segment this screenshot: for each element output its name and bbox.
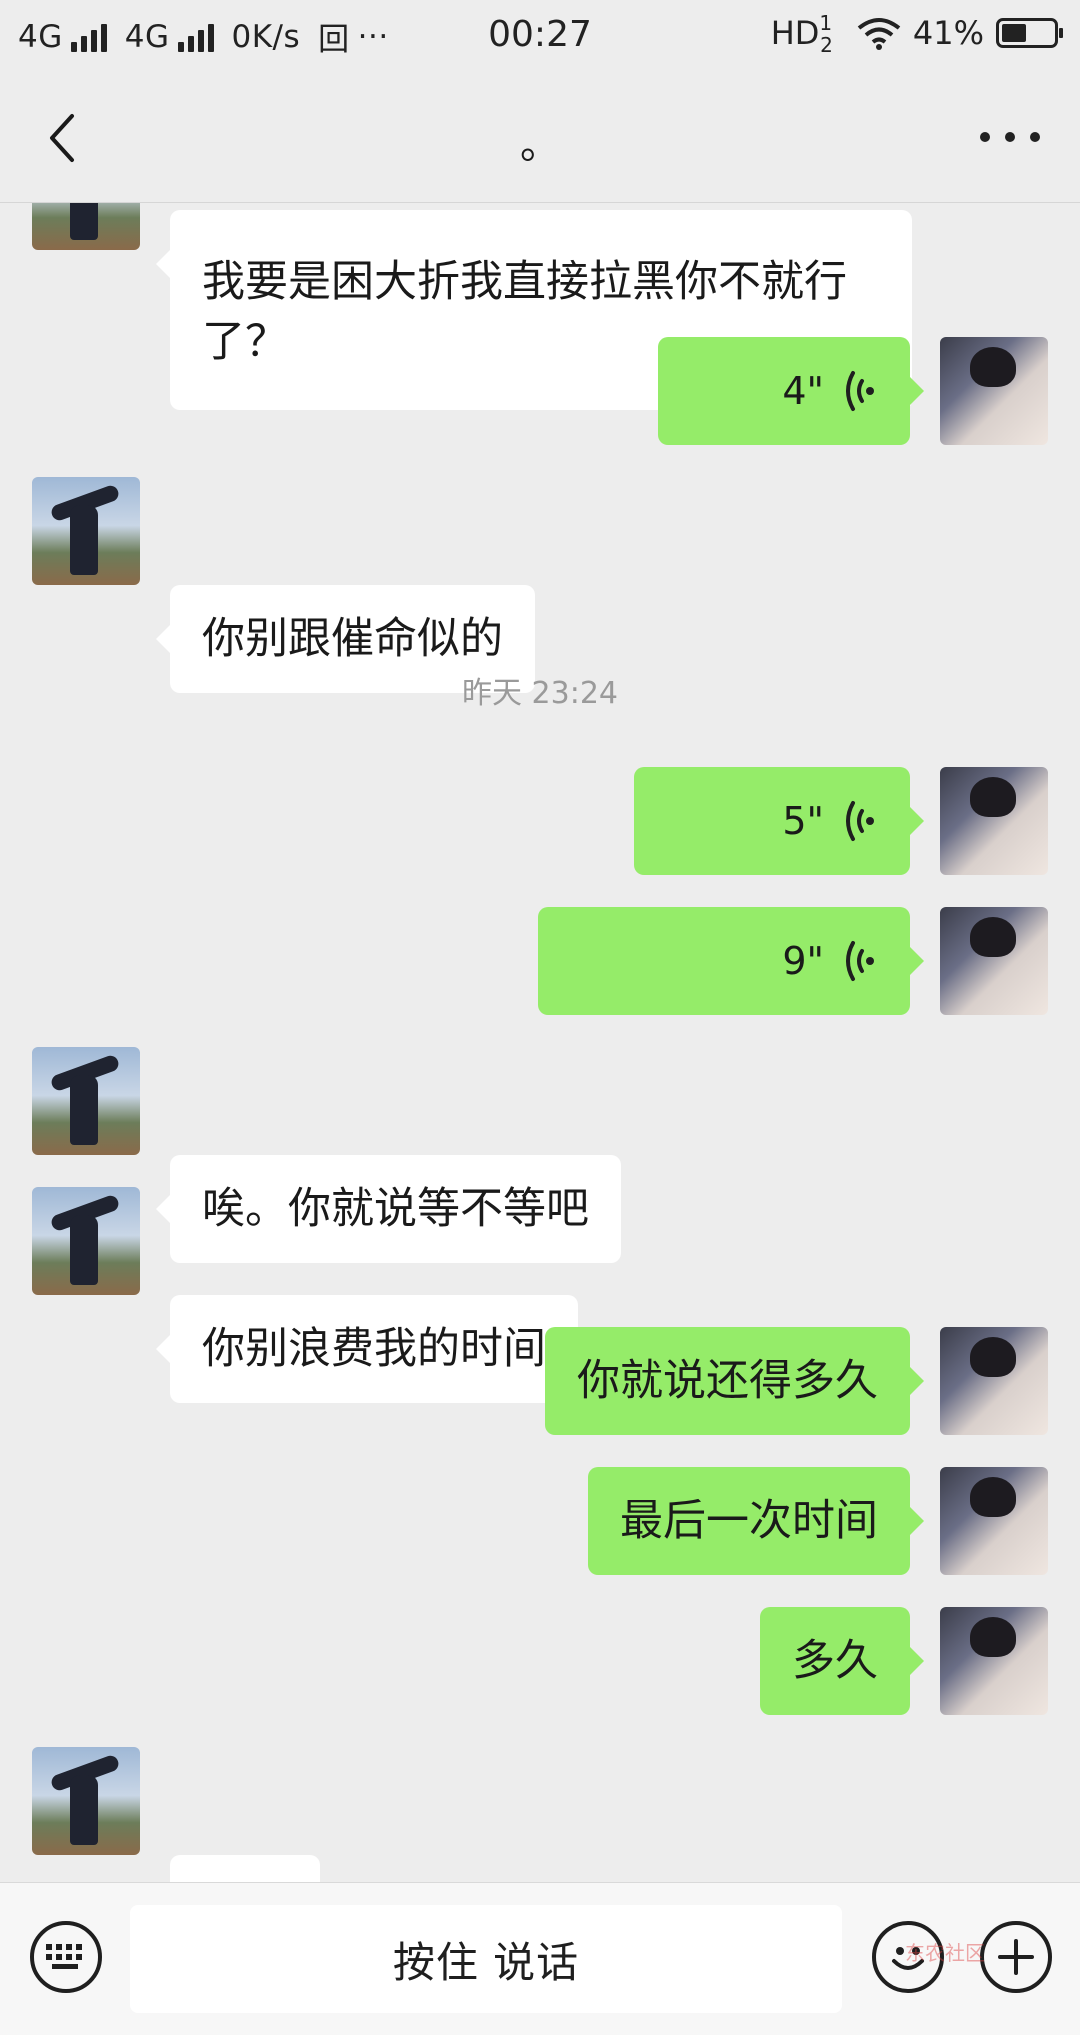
- friend-avatar[interactable]: [32, 1047, 140, 1155]
- chat-title: 。: [520, 122, 560, 168]
- friend-avatar[interactable]: [32, 1187, 140, 1295]
- voice-duration: 9": [782, 939, 824, 983]
- voice-message-bubble[interactable]: 4": [658, 337, 924, 445]
- message-row: 你别浪费我的时间: [0, 1187, 1080, 1403]
- message-row: 我要是困大折我直接拉黑你不就行 了？: [0, 202, 1080, 410]
- message-bubble[interactable]: 你就说还得多久: [545, 1327, 924, 1435]
- message-row: 你就说还得多久: [0, 1327, 1080, 1435]
- voice-message-bubble[interactable]: 9": [538, 907, 924, 1015]
- my-avatar[interactable]: [940, 1467, 1048, 1575]
- message-row: 你别跟催命似的: [0, 477, 1080, 693]
- voice-message-bubble[interactable]: 5": [634, 767, 924, 875]
- plus-icon: [998, 1939, 1034, 1975]
- wifi-icon: [857, 18, 901, 50]
- my-avatar[interactable]: [940, 767, 1048, 875]
- message-bubble[interactable]: 最后一次时间: [588, 1467, 924, 1575]
- message-bubble[interactable]: 等着: [170, 1855, 320, 1882]
- voice-duration: 5": [782, 799, 824, 843]
- chat-header: 。: [0, 74, 1080, 203]
- input-bar: 按住 说话 东农社区: [0, 1882, 1080, 2035]
- message-row: 等着: [0, 1747, 1080, 1882]
- hold-to-talk-button[interactable]: 按住 说话: [130, 1905, 842, 2013]
- status-right: HD12 41%: [770, 11, 1063, 57]
- more-options-icon[interactable]: [980, 112, 1040, 162]
- message-bubble[interactable]: 多久: [760, 1607, 924, 1715]
- my-avatar[interactable]: [940, 907, 1048, 1015]
- keyboard-icon: [46, 1944, 82, 1969]
- message-row: 5": [0, 767, 1080, 875]
- more-functions-button[interactable]: [980, 1921, 1052, 1993]
- friend-avatar[interactable]: [32, 202, 140, 250]
- voice-wave-icon: [846, 941, 874, 981]
- message-text: 最后一次时间: [620, 1496, 878, 1546]
- my-avatar[interactable]: [940, 1327, 1048, 1435]
- timestamp: 昨天 23:24: [462, 676, 618, 711]
- message-row: 4": [0, 337, 1080, 445]
- friend-avatar[interactable]: [32, 1747, 140, 1855]
- message-list[interactable]: 我要是困大折我直接拉黑你不就行 了？ 4" 你别跟催命似的 昨天 23:24 5…: [0, 202, 1080, 1882]
- my-avatar[interactable]: [940, 337, 1048, 445]
- keyboard-toggle-button[interactable]: [30, 1921, 102, 1993]
- friend-avatar[interactable]: [32, 477, 140, 585]
- message-row: 最后一次时间: [0, 1467, 1080, 1575]
- battery-percent: 41%: [912, 14, 984, 52]
- voice-duration: 4": [782, 369, 824, 413]
- battery-icon: [996, 18, 1063, 48]
- voice-wave-icon: [846, 371, 874, 411]
- status-bar: 4G 4G 0K/s 回 ··· 00:27 HD12 41%: [0, 0, 1080, 74]
- voice-wave-icon: [846, 801, 874, 841]
- message-text: 多久: [792, 1636, 878, 1686]
- my-avatar[interactable]: [940, 1607, 1048, 1715]
- hd-indicator: HD12: [770, 11, 833, 57]
- message-text: 你就说还得多久: [577, 1356, 878, 1406]
- message-row: 多久: [0, 1607, 1080, 1715]
- message-row: 9": [0, 907, 1080, 1015]
- message-text: 我要是困大折我直接拉黑你不就行: [202, 257, 847, 307]
- message-row: 唉。你就说等不等吧: [0, 1047, 1080, 1263]
- watermark: 东农社区: [905, 1941, 985, 1965]
- message-text: 你别跟催命似的: [202, 614, 503, 664]
